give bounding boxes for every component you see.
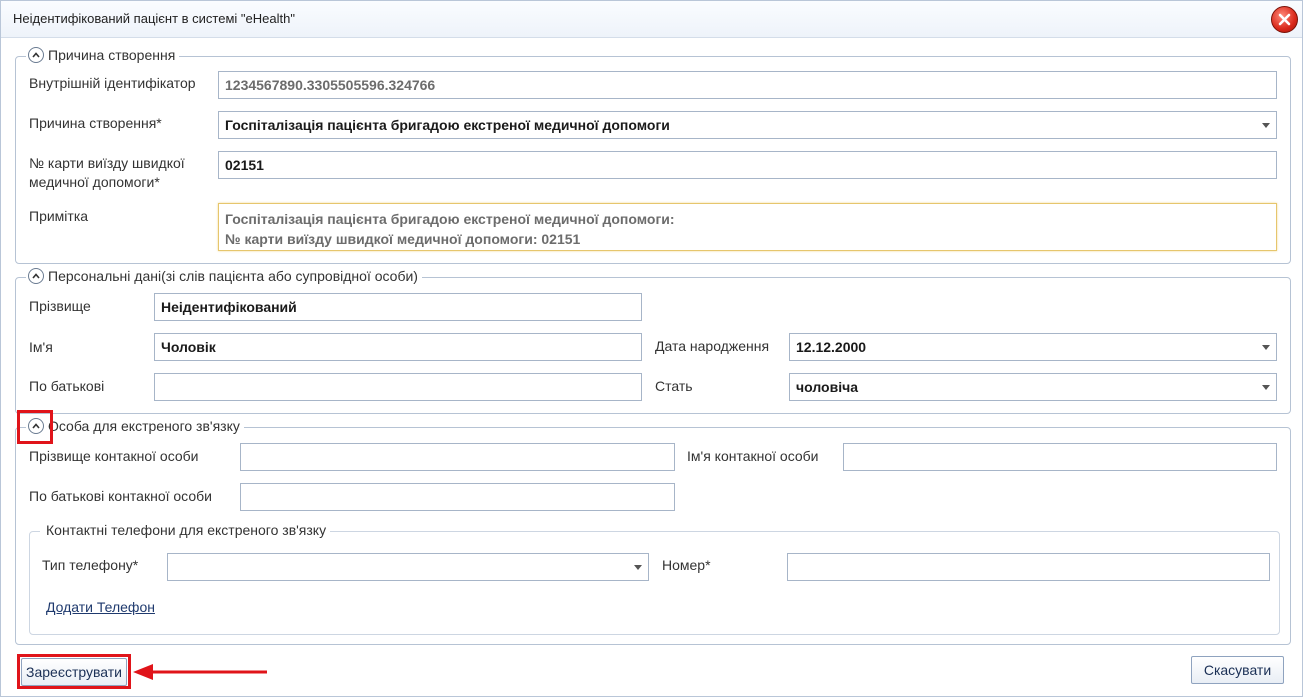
reason-value: Госпіталізація пацієнта бригадою екстрен… [225, 117, 670, 133]
phone-number-field[interactable] [787, 553, 1270, 581]
note-label: Примітка [29, 208, 89, 224]
chevron-down-icon [1262, 385, 1270, 390]
group-phones: Контактні телефони для екстреного зв'язк… [29, 522, 1280, 635]
contact-patronymic-field[interactable] [240, 483, 675, 511]
card-number-label-2: медичної допомоги* [29, 174, 160, 190]
contact-name-field[interactable] [843, 443, 1277, 471]
phone-type-label: Тип телефону* [42, 557, 139, 573]
name-value: Чоловік [161, 339, 216, 355]
cancel-button[interactable]: Скасувати [1191, 656, 1284, 684]
reason-label: Причина створення* [29, 115, 162, 131]
collapse-icon[interactable] [28, 47, 44, 63]
sex-value: чоловіча [796, 379, 859, 395]
surname-value: Неідентифікований [161, 299, 297, 315]
internal-id-field[interactable]: 1234567890.3305505596.324766 [218, 71, 1277, 99]
group-personal-title: Персональні дані(зі слів пацієнта або су… [48, 268, 418, 284]
birth-date-value: 12.12.2000 [796, 339, 867, 355]
note-field[interactable]: Госпіталізація пацієнта бригадою екстрен… [218, 203, 1277, 251]
group-personal-legend: Персональні дані(зі слів пацієнта або су… [26, 268, 422, 284]
internal-id-label: Внутрішній ідентифікатор [29, 75, 196, 91]
chevron-down-icon [1262, 123, 1270, 128]
chevron-down-icon [1262, 345, 1270, 350]
highlight-register-box [17, 654, 131, 689]
sex-label: Стать [655, 378, 693, 394]
birth-date-label: Дата народження [655, 338, 770, 354]
add-phone-link[interactable]: Додати Телефон [46, 599, 155, 615]
close-icon [1278, 13, 1291, 26]
patronymic-label: По батькові [29, 378, 105, 394]
chevron-down-icon [634, 565, 642, 570]
card-number-value: 02151 [225, 157, 264, 173]
patronymic-field[interactable] [154, 373, 642, 401]
birth-date-select[interactable]: 12.12.2000 [789, 333, 1277, 361]
group-contact-title: Особа для екстреного зв'язку [48, 418, 240, 434]
window-title: Неідентифікований пацієнт в системі "eHe… [13, 11, 295, 26]
internal-id-value: 1234567890.3305505596.324766 [225, 77, 436, 93]
close-button[interactable] [1271, 6, 1298, 33]
name-field[interactable]: Чоловік [154, 333, 642, 361]
highlight-collapse-box [17, 410, 53, 444]
phone-number-label: Номер* [662, 557, 711, 573]
contact-surname-field[interactable] [240, 443, 675, 471]
group-reason-title: Причина створення [48, 47, 176, 63]
card-number-label-1: № карти виїзду швидкої [29, 155, 185, 171]
contact-patronymic-label: По батькові контакної особи [29, 488, 212, 504]
group-reason-legend: Причина створення [26, 47, 180, 63]
name-label: Ім'я [29, 339, 53, 355]
contact-name-label: Ім'я контакної особи [687, 448, 819, 464]
surname-field[interactable]: Неідентифікований [154, 293, 642, 321]
group-contact-legend: Особа для екстреного зв'язку [26, 418, 244, 434]
sex-select[interactable]: чоловіча [789, 373, 1277, 401]
arrow-left-icon [133, 664, 267, 680]
cancel-button-label: Скасувати [1203, 662, 1272, 678]
group-phones-title: Контактні телефони для екстреного зв'язк… [46, 522, 327, 538]
card-number-field[interactable]: 02151 [218, 151, 1277, 179]
collapse-icon[interactable] [28, 268, 44, 284]
title-bar: Неідентифікований пацієнт в системі "eHe… [1, 1, 1302, 38]
reason-select[interactable]: Госпіталізація пацієнта бригадою екстрен… [218, 111, 1277, 139]
dialog-window: Неідентифікований пацієнт в системі "eHe… [0, 0, 1303, 697]
contact-surname-label: Прізвище контакної особи [29, 448, 199, 464]
note-line-1: Госпіталізація пацієнта бригадою екстрен… [225, 211, 675, 227]
surname-label: Прізвище [29, 298, 91, 314]
phone-type-select[interactable] [167, 553, 649, 581]
note-line-2: № карти виїзду швидкої медичної допомоги… [225, 231, 581, 247]
group-phones-legend: Контактні телефони для екстреного зв'язк… [40, 522, 331, 538]
